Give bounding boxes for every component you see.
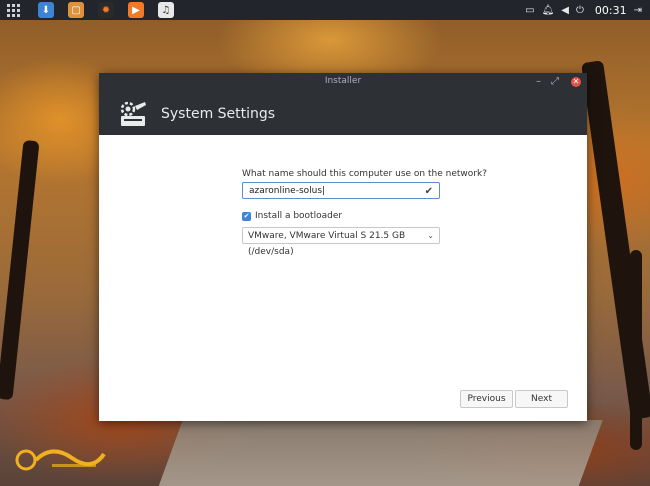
hostname-question-label: What name should this computer use on th… xyxy=(242,169,487,179)
minimize-icon[interactable]: – xyxy=(536,76,541,87)
checkmark-icon: ✔ xyxy=(424,186,433,197)
window-body: What name should this computer use on th… xyxy=(99,135,587,421)
installer-icon[interactable]: ⬇ xyxy=(38,2,54,18)
boot-device-value: VMware, VMware Virtual S 21.5 GB (/dev/s… xyxy=(248,231,406,257)
bootloader-checkbox-row[interactable]: ✔ Install a bootloader xyxy=(242,211,342,221)
boot-device-select[interactable]: VMware, VMware Virtual S 21.5 GB (/dev/s… xyxy=(242,227,440,257)
maximize-icon[interactable]: ⤢ xyxy=(551,76,559,87)
logout-icon[interactable]: ⇥ xyxy=(634,5,642,16)
top-panel: ⬇ ▢ ✹ ▶ ♫ ▭ 🔔︎ ◀ ⏻ 00:31 ⇥ xyxy=(0,0,650,20)
tree-trunk xyxy=(630,250,642,450)
installer-window: Installer – ⤢ ✕ System Settings What nam… xyxy=(99,73,587,421)
bootloader-checkbox[interactable]: ✔ xyxy=(242,211,251,221)
bootloader-label: Install a bootloader xyxy=(255,211,343,221)
previous-button[interactable]: Previous xyxy=(460,390,513,408)
music-icon[interactable]: ♫ xyxy=(158,2,174,18)
notifications-icon[interactable]: ▭ xyxy=(525,5,534,16)
forest-path xyxy=(157,420,603,486)
window-title: Installer xyxy=(324,76,362,86)
game-icon[interactable]: ✹ xyxy=(98,2,114,18)
app-launcher-grid-icon[interactable] xyxy=(6,3,20,17)
azaronline-logo xyxy=(15,449,106,471)
next-button[interactable]: Next xyxy=(515,390,568,408)
volume-icon[interactable]: ◀ xyxy=(561,5,569,16)
settings-gear-wrench-icon xyxy=(120,101,146,126)
window-titlebar[interactable]: Installer – ⤢ ✕ xyxy=(99,73,587,92)
chevron-down-icon: ⌄ xyxy=(427,231,434,240)
bell-icon[interactable]: 🔔︎ xyxy=(542,5,555,16)
tree-trunk xyxy=(0,139,40,401)
files-icon[interactable]: ▢ xyxy=(68,2,84,18)
clock[interactable]: 00:31 xyxy=(595,4,627,17)
video-player-icon[interactable]: ▶ xyxy=(128,2,144,18)
power-icon[interactable]: ⏻ xyxy=(576,5,584,16)
hostname-input[interactable]: azaronline-solus| ✔ xyxy=(242,182,440,199)
page-title: System Settings xyxy=(161,105,276,122)
system-tray: ▭ 🔔︎ ◀ ⏻ 00:31 ⇥ xyxy=(525,0,642,20)
page-header: System Settings xyxy=(99,92,587,135)
close-button[interactable]: ✕ xyxy=(571,77,581,87)
hostname-value: azaronline-solus xyxy=(249,186,323,196)
